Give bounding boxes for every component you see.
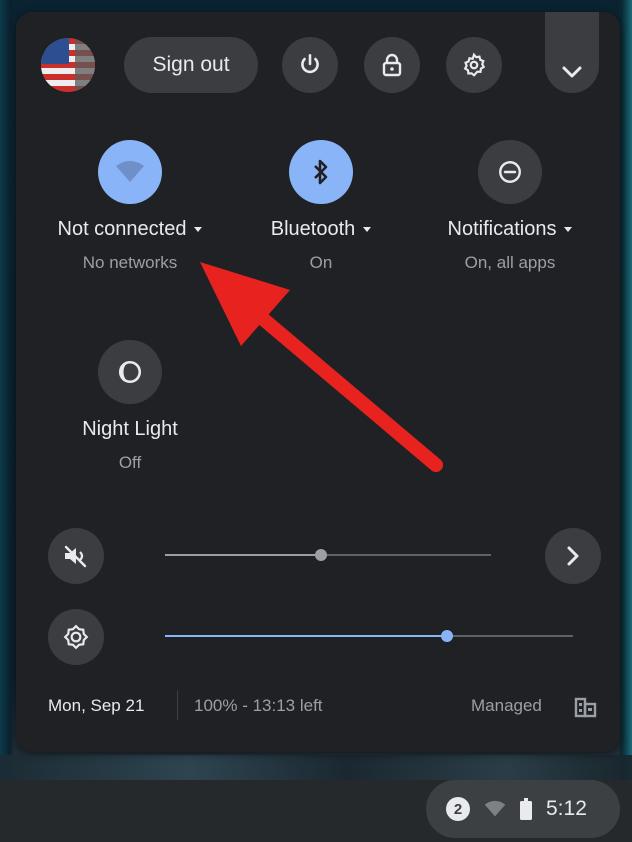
night-light-toggle[interactable]: [98, 340, 162, 404]
clock-time: 5:12: [546, 797, 587, 820]
chevron-right-icon: [567, 546, 579, 566]
avatar-flag-canton: [41, 38, 69, 64]
night-light-label: Night Light: [82, 418, 178, 440]
collapse-button[interactable]: [545, 12, 599, 93]
battery-status: 100% - 13:13 left: [194, 696, 323, 715]
managed-label[interactable]: Managed: [471, 696, 542, 716]
sign-out-button[interactable]: Sign out: [124, 37, 258, 93]
brightness-slider-thumb[interactable]: [441, 630, 453, 642]
network-label-text: Not connected: [57, 218, 187, 240]
brightness-icon: [63, 624, 89, 650]
volume-track-empty[interactable]: [321, 554, 491, 556]
lock-button[interactable]: [364, 37, 420, 93]
network-label[interactable]: Not connected: [50, 218, 210, 241]
network-toggle[interactable]: [98, 140, 162, 204]
power-icon: [301, 53, 319, 74]
bluetooth-tile[interactable]: Bluetooth On: [241, 140, 401, 273]
network-tile[interactable]: Not connected No networks: [50, 140, 210, 273]
notifications-tile[interactable]: Notifications On, all apps: [430, 140, 590, 273]
chevron-down-icon: [562, 66, 582, 78]
footer-divider: [177, 690, 178, 720]
lock-icon: [382, 53, 402, 77]
bluetooth-status: On: [309, 253, 333, 272]
settings-icon: [463, 52, 486, 77]
volume-track-filled[interactable]: [165, 554, 321, 556]
notifications-status: On, all apps: [464, 253, 556, 272]
do-not-disturb-icon: [499, 161, 521, 183]
volume-slider-thumb[interactable]: [315, 549, 327, 561]
notifications-label[interactable]: Notifications: [430, 218, 590, 241]
power-button[interactable]: [282, 37, 338, 93]
wifi-icon: [116, 161, 144, 182]
caret-down-icon: [363, 227, 372, 232]
date-label[interactable]: Mon, Sep 21: [48, 696, 144, 716]
bluetooth-toggle[interactable]: [289, 140, 353, 204]
wifi-icon: [484, 800, 506, 817]
brightness-button[interactable]: [48, 609, 104, 665]
night-light-status: Off: [118, 453, 142, 472]
user-avatar[interactable]: [41, 38, 95, 92]
wallpaper-strip: [0, 755, 632, 780]
enterprise-building-icon: [574, 697, 597, 718]
volume-muted-icon: [64, 545, 87, 568]
night-light-icon: [118, 360, 142, 384]
settings-button[interactable]: [446, 37, 502, 93]
notifications-toggle[interactable]: [478, 140, 542, 204]
battery-icon: [520, 798, 532, 820]
brightness-track-empty[interactable]: [447, 635, 573, 637]
volume-mute-button[interactable]: [48, 528, 104, 584]
audio-settings-button[interactable]: [545, 528, 601, 584]
notifications-label-text: Notifications: [447, 218, 557, 240]
bluetooth-label[interactable]: Bluetooth: [241, 218, 401, 241]
network-status: No networks: [82, 253, 178, 272]
bluetooth-icon: [314, 159, 328, 185]
night-light-tile[interactable]: Night Light Off: [50, 340, 210, 473]
caret-down-icon: [564, 227, 573, 232]
avatar-shade: [75, 38, 95, 92]
brightness-track-filled[interactable]: [165, 635, 447, 637]
bluetooth-label-text: Bluetooth: [270, 218, 356, 240]
notification-count-badge: 2: [446, 797, 470, 821]
caret-down-icon: [194, 227, 203, 232]
status-tray[interactable]: 2 5:12: [426, 780, 620, 838]
